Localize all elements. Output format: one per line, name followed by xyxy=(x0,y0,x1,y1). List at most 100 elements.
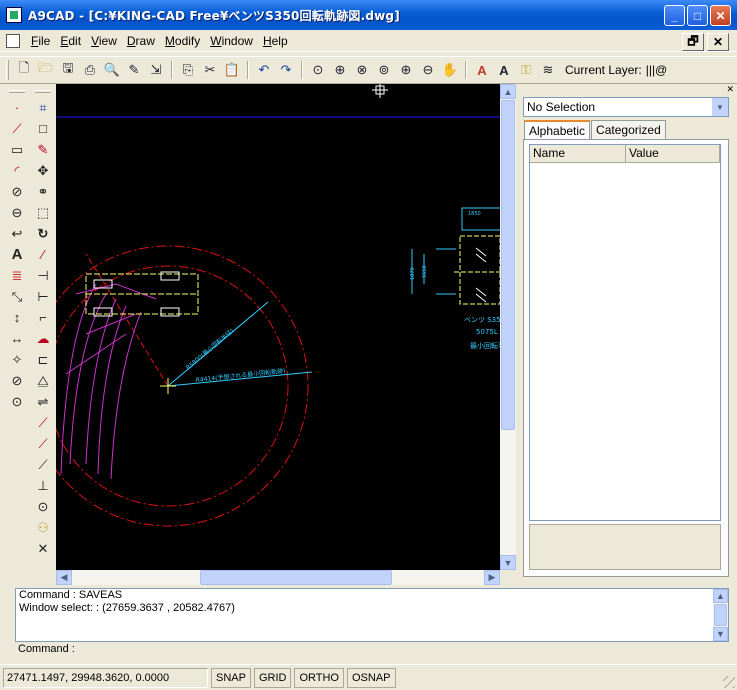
dim-radius-icon[interactable]: ⊘ xyxy=(7,370,27,391)
toolbar-grip[interactable] xyxy=(6,60,9,80)
print-preview-icon[interactable]: 🔍 xyxy=(102,60,122,80)
command-input[interactable]: Command : xyxy=(15,643,729,658)
panel-close-icon[interactable]: ✕ xyxy=(726,84,734,95)
save-icon[interactable]: 🖫 xyxy=(58,60,78,80)
menu-file[interactable]: File xyxy=(26,34,55,48)
rectangle-icon[interactable]: ▭ xyxy=(7,139,27,160)
menu-edit[interactable]: Edit xyxy=(55,34,86,48)
copy-icon[interactable]: ⎘ xyxy=(178,60,198,80)
pan-icon[interactable]: ✋ xyxy=(440,60,460,80)
new-icon[interactable]: 🗋 xyxy=(14,60,34,80)
canvas-vertical-scrollbar[interactable]: ▲ ▼ xyxy=(500,84,516,570)
snap-intersection-icon[interactable]: ✕ xyxy=(33,538,53,559)
snap-toggle[interactable]: SNAP xyxy=(211,667,251,688)
layer-stack-icon[interactable]: ≋ xyxy=(538,60,558,80)
mdi-close-button[interactable]: ✕ xyxy=(707,33,729,51)
scroll-down-icon[interactable]: ▼ xyxy=(500,555,516,570)
text-style-icon[interactable]: A xyxy=(472,60,492,80)
minimize-button[interactable]: _ xyxy=(664,5,685,26)
osnap-toggle[interactable]: OSNAP xyxy=(347,667,396,688)
ortho-toggle[interactable]: ORTHO xyxy=(294,667,344,688)
menu-help[interactable]: Help xyxy=(258,34,293,48)
vertical-scroll-thumb[interactable] xyxy=(501,100,515,430)
print-icon[interactable]: ⎙ xyxy=(80,60,100,80)
zoom-in-icon[interactable]: ⊕ xyxy=(396,60,416,80)
polyline-icon[interactable]: ↩ xyxy=(7,223,27,244)
undo-icon[interactable]: ↶ xyxy=(254,60,274,80)
document-icon[interactable] xyxy=(6,33,20,48)
copy-object-icon[interactable]: ⚭ xyxy=(33,181,53,202)
horizontal-scroll-thumb[interactable] xyxy=(200,570,392,585)
hatch-icon[interactable]: ≣ xyxy=(7,265,27,286)
dim-aligned-icon[interactable]: ⤡ xyxy=(7,286,27,307)
zoom-all-icon[interactable]: ⊕ xyxy=(330,60,350,80)
zoom-window-icon[interactable]: ⊙ xyxy=(308,60,328,80)
snap-insert-icon[interactable]: ⚇ xyxy=(33,517,53,538)
zoom-extents-icon[interactable]: ⊗ xyxy=(352,60,372,80)
drawing-canvas[interactable]: R5800(最小回転半径) R4414(予想される最小回転軌跡) 1850 18… xyxy=(56,84,500,570)
resize-grip-icon[interactable] xyxy=(723,676,735,688)
trim-icon[interactable]: ⊣ xyxy=(33,265,53,286)
scale-icon[interactable]: ⁄ xyxy=(33,244,53,265)
dim-vertical-icon[interactable]: ↕ xyxy=(7,307,27,328)
command-scroll-thumb[interactable] xyxy=(714,604,727,626)
ellipse-icon[interactable]: ⊖ xyxy=(7,202,27,223)
pick-icon[interactable]: ⇲ xyxy=(146,60,166,80)
snap-endpoint-icon[interactable]: ⟋ xyxy=(33,412,53,433)
move-icon[interactable]: ✥ xyxy=(33,160,53,181)
toolbar-grip[interactable] xyxy=(9,90,25,93)
scroll-right-icon[interactable]: ▶ xyxy=(484,570,500,585)
arc-icon[interactable]: ◜ xyxy=(7,160,27,181)
redo-icon[interactable]: ↷ xyxy=(276,60,296,80)
chevron-down-icon[interactable]: ▼ xyxy=(712,98,728,116)
menu-modify[interactable]: Modify xyxy=(160,34,205,48)
zoom-previous-icon[interactable]: ⊚ xyxy=(374,60,394,80)
maximize-button[interactable]: □ xyxy=(687,5,708,26)
mdi-restore-button[interactable]: 🗗 xyxy=(682,33,704,51)
point-icon[interactable]: · xyxy=(7,97,27,118)
dim-angular-icon[interactable]: ✧ xyxy=(7,349,27,370)
tab-alphabetic[interactable]: Alphabetic xyxy=(524,120,591,140)
text-icon[interactable]: A xyxy=(494,60,514,80)
offset-icon[interactable]: ⬚ xyxy=(33,202,53,223)
command-scrollbar[interactable]: ▲ ▼ xyxy=(713,589,728,641)
break-icon[interactable]: ⇌ xyxy=(33,391,53,412)
command-history[interactable]: Command : SAVEAS Window select: : (27659… xyxy=(15,588,729,642)
canvas-horizontal-scrollbar[interactable]: ◀ ▶ xyxy=(56,570,500,585)
snap-center-icon[interactable]: ⊙ xyxy=(33,496,53,517)
select-icon[interactable]: ⌗ xyxy=(33,97,53,118)
menu-draw[interactable]: Draw xyxy=(122,34,160,48)
circle-icon[interactable]: ⊘ xyxy=(7,181,27,202)
cut-icon[interactable]: ✂ xyxy=(200,60,220,80)
paste-icon[interactable]: 📋 xyxy=(222,60,242,80)
text-tool-icon[interactable]: A xyxy=(7,244,27,265)
scroll-down-icon[interactable]: ▼ xyxy=(713,627,728,641)
dim-horizontal-icon[interactable]: ↔ xyxy=(7,328,27,349)
stretch-icon[interactable]: ⊏ xyxy=(33,349,53,370)
property-grid[interactable]: Name Value xyxy=(529,144,721,521)
pen-icon[interactable]: ✎ xyxy=(124,60,144,80)
square-icon[interactable]: □ xyxy=(33,118,53,139)
erase-icon[interactable]: ✎ xyxy=(33,139,53,160)
menu-window[interactable]: Window xyxy=(205,34,258,48)
tab-categorized[interactable]: Categorized xyxy=(591,120,666,140)
extend-icon[interactable]: ⊢ xyxy=(33,286,53,307)
cloud-icon[interactable]: ☁ xyxy=(33,328,53,349)
fillet-icon[interactable]: ⌐ xyxy=(33,307,53,328)
open-icon[interactable]: 🗁 xyxy=(36,60,56,80)
close-button[interactable]: ✕ xyxy=(710,5,731,26)
zoom-out-icon[interactable]: ⊖ xyxy=(418,60,438,80)
menu-view[interactable]: View xyxy=(86,34,122,48)
mirror-icon[interactable]: ⧋ xyxy=(33,370,53,391)
snap-nearest-icon[interactable]: ⟋ xyxy=(33,454,53,475)
rotate-icon[interactable]: ↻ xyxy=(33,223,53,244)
snap-perpendicular-icon[interactable]: ⊥ xyxy=(33,475,53,496)
current-layer-value[interactable]: |||@ xyxy=(646,63,668,77)
layers-icon[interactable]: ⚿ xyxy=(516,60,536,80)
selection-dropdown[interactable]: No Selection ▼ xyxy=(523,97,729,117)
app-icon[interactable] xyxy=(6,7,22,23)
snap-midpoint-icon[interactable]: ⟋ xyxy=(33,433,53,454)
line-icon[interactable]: ⟋ xyxy=(7,118,27,139)
toolbar-grip[interactable] xyxy=(35,90,51,93)
scroll-up-icon[interactable]: ▲ xyxy=(713,589,728,603)
